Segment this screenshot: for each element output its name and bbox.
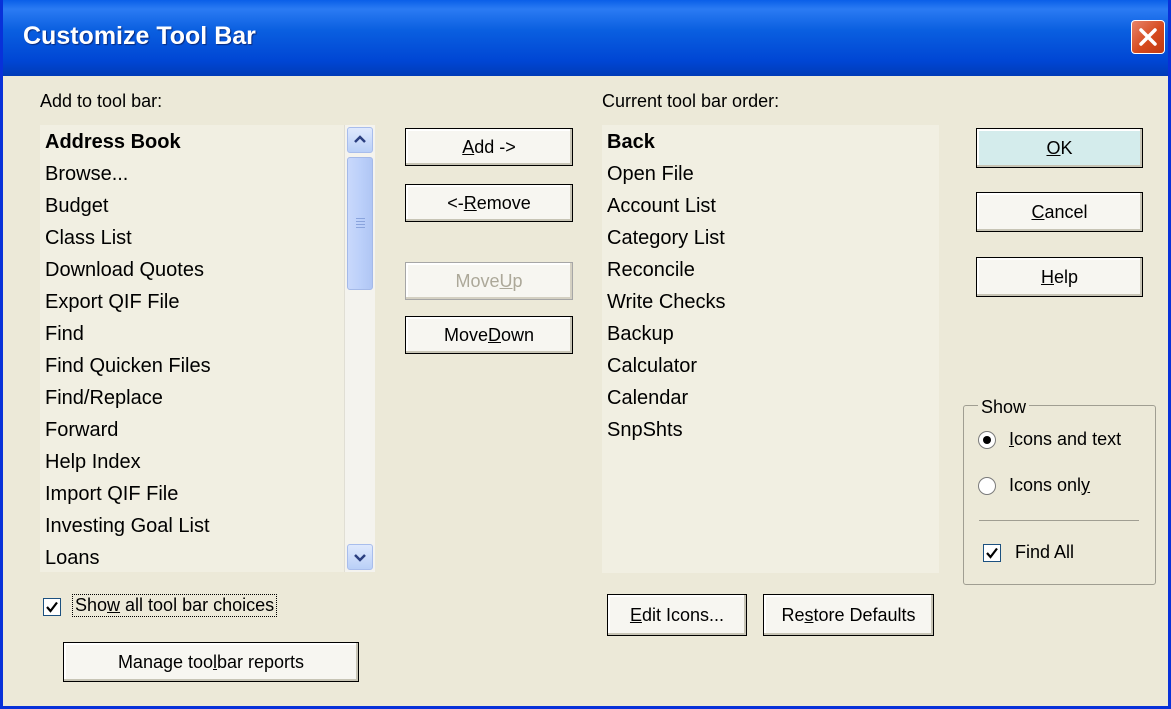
close-x-icon (1139, 28, 1157, 46)
icons-and-text-radio[interactable] (978, 431, 996, 449)
current-order-listbox[interactable]: Back Open File Account List Category List Re… (602, 125, 939, 573)
scroll-up-button[interactable] (347, 127, 373, 153)
add-button[interactable]: Add -> (405, 128, 573, 166)
scroll-down-button[interactable] (347, 544, 373, 570)
icons-only-label[interactable]: Icons only (1009, 475, 1090, 496)
show-all-choices-checkbox[interactable] (43, 598, 61, 616)
list-item[interactable]: Open File (607, 159, 694, 189)
list-item[interactable]: Import QIF File (45, 479, 178, 509)
list-item[interactable]: Backup (607, 319, 674, 349)
move-down-button[interactable]: Move Down (405, 316, 573, 354)
show-group-title: Show (978, 397, 1030, 418)
title-bar[interactable]: Customize Tool Bar (3, 0, 1168, 76)
list-item[interactable]: Help Index (45, 447, 141, 477)
list-item[interactable]: Write Checks (607, 287, 726, 317)
list-item[interactable]: Find Quicken Files (45, 351, 211, 381)
check-icon (986, 547, 998, 559)
close-button[interactable] (1131, 20, 1165, 54)
icons-only-radio[interactable] (978, 477, 996, 495)
list-item[interactable]: Export QIF File (45, 287, 179, 317)
add-to-toolbar-label: Add to tool bar: (40, 91, 163, 111)
check-icon (46, 601, 58, 613)
available-items-listbox[interactable]: Address Book Browse... Budget Class List Dow… (40, 125, 375, 573)
customize-toolbar-dialog: Customize Tool Bar Add to tool bar: Addr… (0, 0, 1171, 709)
list-item[interactable]: Budget (45, 191, 108, 221)
left-list-scrollbar[interactable] (344, 125, 375, 572)
help-button[interactable]: Help (976, 257, 1143, 297)
scroll-thumb[interactable] (347, 157, 373, 290)
chevron-up-icon (354, 135, 366, 143)
icons-and-text-label[interactable]: Icons and text (1009, 429, 1121, 450)
manage-toolbar-reports-button[interactable]: Manage too l bar reports (63, 642, 359, 682)
list-item[interactable]: Download Quotes (45, 255, 204, 285)
list-item[interactable]: Calendar (607, 383, 688, 413)
list-item[interactable]: Forward (45, 415, 118, 445)
move-up-button[interactable]: Move Up (405, 262, 573, 300)
ok-button[interactable]: OK (976, 128, 1143, 168)
current-order-label: Current tool bar order: (602, 91, 780, 111)
list-item[interactable]: Loans (45, 543, 100, 573)
remove-button[interactable]: <- Remove (405, 184, 573, 222)
edit-icons-button[interactable]: Edit Icons... (607, 594, 747, 636)
list-item[interactable]: Address Book (45, 127, 181, 157)
radio-selected-dot (983, 436, 991, 444)
restore-defaults-button[interactable]: Re s tore Defaults (763, 594, 934, 636)
show-group-separator (979, 520, 1139, 521)
find-all-label[interactable]: Find All (1015, 542, 1074, 563)
list-item[interactable]: Back (607, 127, 655, 157)
list-item[interactable]: Find (45, 319, 84, 349)
list-item[interactable]: SnpShts (607, 415, 683, 445)
list-item[interactable]: Class List (45, 223, 132, 253)
list-item[interactable]: Find/Replace (45, 383, 163, 413)
window-title: Customize Tool Bar (23, 22, 256, 50)
show-all-choices-label[interactable]: Show all tool bar choices (71, 594, 278, 617)
list-item[interactable]: Account List (607, 191, 716, 221)
chevron-down-icon (354, 554, 366, 562)
cancel-button[interactable]: Cancel (976, 192, 1143, 232)
list-item[interactable]: Investing Goal List (45, 511, 210, 541)
list-item[interactable]: Category List (607, 223, 725, 253)
list-item[interactable]: Calculator (607, 351, 697, 381)
list-item[interactable]: Reconcile (607, 255, 695, 285)
find-all-checkbox[interactable] (983, 544, 1001, 562)
list-item[interactable]: Browse... (45, 159, 128, 189)
